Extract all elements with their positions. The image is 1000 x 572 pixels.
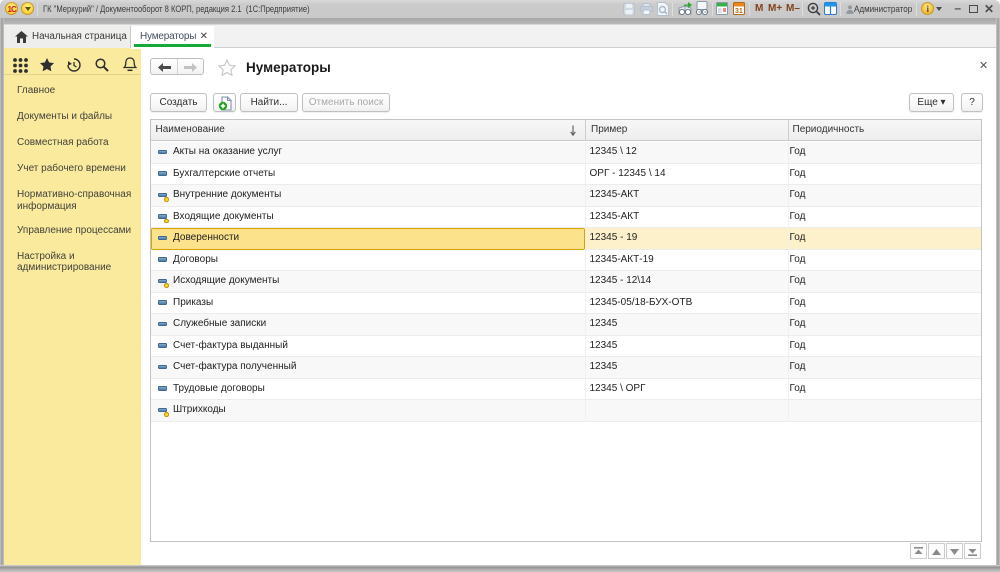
svg-text:31: 31: [735, 8, 743, 15]
